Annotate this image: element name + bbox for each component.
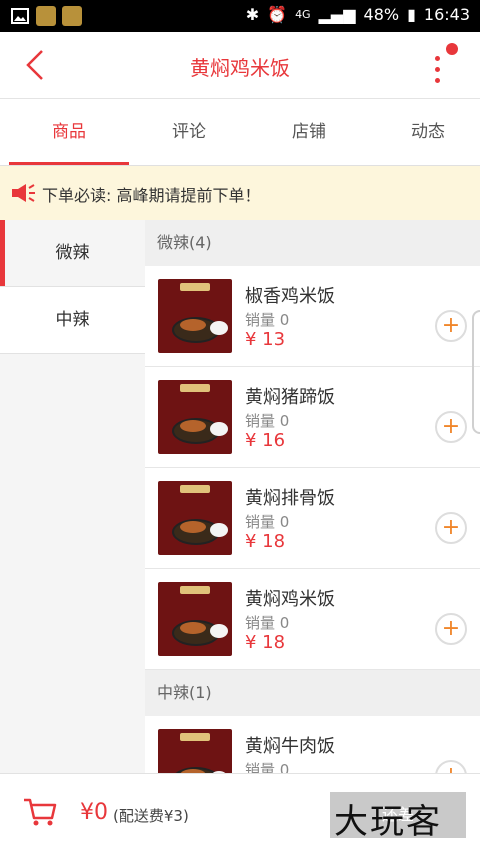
product-item[interactable]: 黄焖猪蹄饭 销量 0 ¥ 16 + [145,367,480,468]
category-indicator [0,220,5,286]
add-to-cart-button[interactable]: + [435,411,467,443]
product-sales: 销量 0 [245,513,290,531]
cart-total: ¥0 [80,800,108,825]
category-sidebar: 微辣 中辣 [0,220,145,773]
group-header: 微辣(4) [145,220,480,266]
category-label: 中辣 [55,310,90,330]
notice-text: 下单必读: 高峰期请提前下单！ [42,186,261,205]
tab-label: 商品 [52,122,86,142]
product-price: ¥ 18 [245,632,286,653]
add-to-cart-button[interactable]: + [435,310,467,342]
more-icon-dot [435,78,440,83]
product-price: ¥ 16 [245,430,286,451]
cart-bar: ¥0 (配送费¥3) 还差 大玩客 [0,773,480,854]
signal-icon: ▂▄▆ [318,5,356,24]
product-price: ¥ 13 [245,329,286,350]
tab-indicator [9,162,129,165]
product-name: 黄焖鸡米饭 [245,589,335,610]
tab-label: 店铺 [292,122,326,142]
page-title: 黄焖鸡米饭 [190,56,290,80]
gallery-icon [11,8,29,24]
product-price: ¥ 18 [245,531,286,552]
group-header: 中辣(1) [145,670,480,716]
product-item[interactable]: 黄焖排骨饭 销量 0 ¥ 18 + [145,468,480,569]
tab-products[interactable]: 商品 [9,99,129,165]
category-item-medium[interactable]: 中辣 [0,287,145,354]
network-label: 4G [295,8,311,21]
bluetooth-icon: ✱ [245,5,260,24]
status-bar: ✱ ⏰ 4G ▂▄▆ 48% ▮ 16:43 [0,0,480,32]
product-item[interactable]: 黄焖鸡米饭 销量 0 ¥ 18 + [145,569,480,670]
product-image [158,729,232,773]
product-image [158,481,232,555]
delivery-fee: (配送费¥3) [113,807,189,825]
edge-panel-handle[interactable] [472,310,480,434]
product-image [158,582,232,656]
add-to-cart-button[interactable]: + [435,512,467,544]
battery-percent: 48% [363,5,400,24]
product-list[interactable]: 微辣(4) 椒香鸡米饭 销量 0 ¥ 13 + 黄焖猪蹄饭 销量 0 ¥ 16 … [145,220,480,773]
alarm-icon: ⏰ [267,5,288,24]
product-sales: 销量 0 [245,614,290,632]
product-name: 黄焖猪蹄饭 [245,387,335,408]
tab-label: 评论 [172,122,206,142]
add-to-cart-button[interactable]: + [435,613,467,645]
cart-icon[interactable] [22,796,58,828]
speaker-icon [12,184,35,202]
add-to-cart-button[interactable]: + [435,760,467,773]
battery-icon: ▮ [407,5,416,24]
tab-label: 动态 [411,122,445,142]
notification-badge [446,43,458,55]
product-name: 黄焖排骨饭 [245,488,335,509]
notice-banner: 下单必读: 高峰期请提前下单！ [0,166,480,220]
tab-reviews[interactable]: 评论 [129,99,249,165]
tab-updates[interactable]: 动态 [368,99,480,165]
product-image [158,279,232,353]
category-item-mild[interactable]: 微辣 [0,220,145,287]
product-image [158,380,232,454]
clock: 16:43 [423,5,470,24]
more-icon [435,56,440,61]
product-sales: 销量 0 [245,761,290,773]
more-icon-dot [435,67,440,72]
app-bar: 黄焖鸡米饭 [0,32,480,99]
watermark-logo: 大玩客 [334,802,442,842]
product-sales: 销量 0 [245,412,290,430]
product-sales: 销量 0 [245,311,290,329]
category-label: 微辣 [55,243,90,263]
app-notification-icon [62,6,82,26]
tab-store[interactable]: 店铺 [249,99,369,165]
product-name: 椒香鸡米饭 [245,286,335,307]
more-menu-button[interactable] [424,43,458,86]
tab-bar: 商品 评论 店铺 动态 [0,99,480,166]
product-item[interactable]: 椒香鸡米饭 销量 0 ¥ 13 + [145,266,480,367]
app-notification-icon [36,6,56,26]
product-name: 黄焖牛肉饭 [245,736,335,757]
product-item[interactable]: 黄焖牛肉饭 销量 0 + [145,716,480,773]
